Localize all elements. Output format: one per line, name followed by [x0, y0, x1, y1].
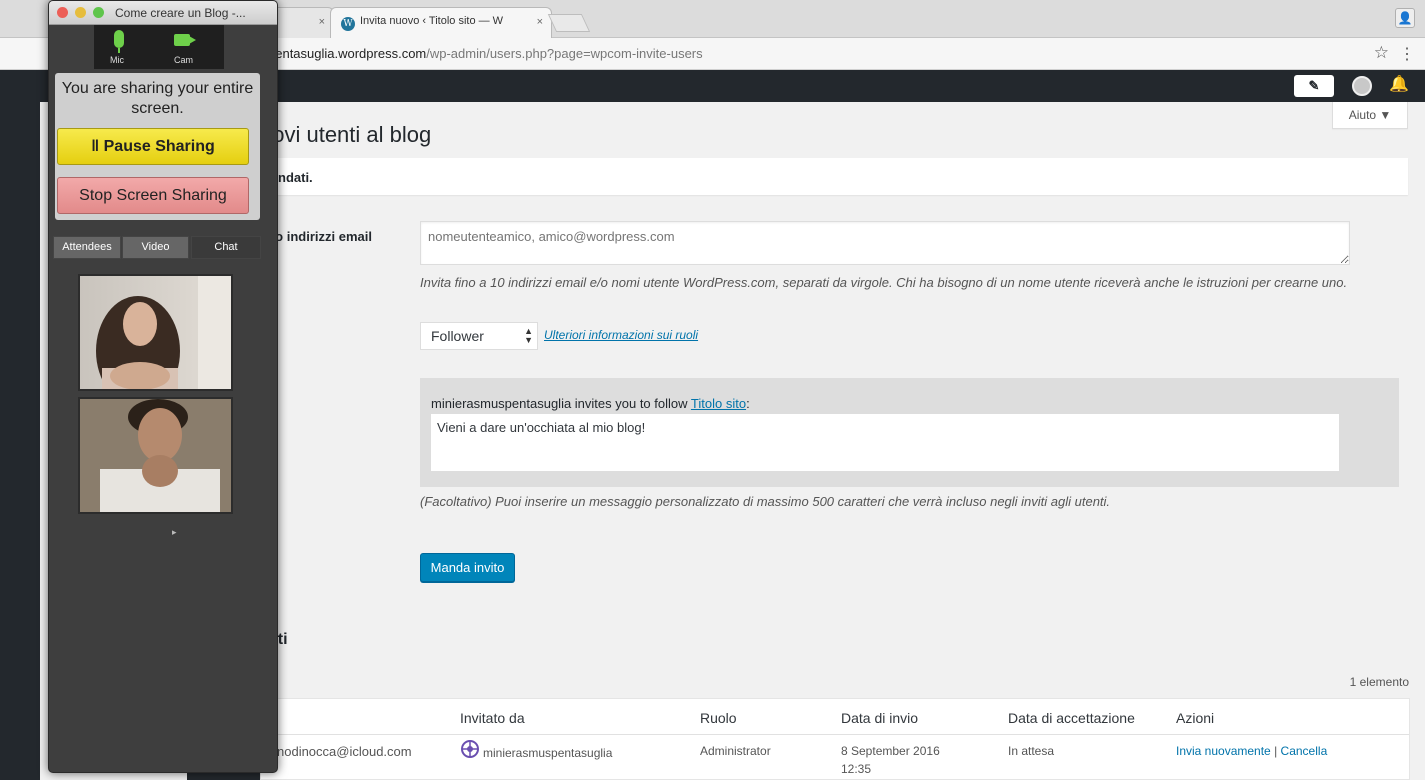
inviter-name: minierasmuspentasuglia	[483, 746, 613, 760]
row-accepted: In attesa	[1008, 744, 1055, 758]
tab-video[interactable]: Video	[122, 236, 189, 259]
attendee-video-2-image	[80, 399, 231, 512]
cam-label: Cam	[174, 55, 194, 65]
stop-sharing-button[interactable]: Stop Screen Sharing	[57, 177, 249, 214]
invite-preview-line: minierasmuspentasuglia invites you to fo…	[431, 396, 750, 411]
minimize-window-icon[interactable]	[75, 7, 86, 18]
custom-message-textarea[interactable]: Vieni a dare un'occhiata al mio blog!	[430, 413, 1340, 472]
close-window-icon[interactable]	[57, 7, 68, 18]
row-role: Administrator	[700, 744, 771, 758]
row-sent-date: 8 September 2016 12:35	[841, 742, 940, 778]
tab-close-icon[interactable]: ×	[319, 16, 325, 28]
wp-admin-sidebar	[0, 70, 40, 780]
sharing-status-box: You are sharing your entire screen. ǁ Pa…	[55, 73, 260, 220]
mic-label: Mic	[110, 55, 124, 65]
notifications-icon[interactable]: 🔔	[1389, 74, 1409, 94]
attendee-video-2	[78, 397, 233, 514]
bookmark-star-icon[interactable]: ☆	[1374, 43, 1389, 63]
gravatar-icon	[461, 740, 479, 758]
invite-preview-prefix: minierasmuspentasuglia invites you to fo…	[431, 396, 691, 411]
wordpress-favicon-icon: W	[341, 17, 355, 31]
help-tab-button[interactable]: Aiuto ▼	[1332, 102, 1408, 129]
profile-icon[interactable]: 👤	[1395, 8, 1415, 28]
invite-users-input[interactable]	[420, 221, 1350, 265]
url-host: pentasuglia.wordpress.com	[268, 46, 427, 61]
row-email: nodinocca@icloud.com	[277, 744, 412, 759]
share-window-title: Come creare un Blog -...	[115, 6, 246, 20]
table-header: Invitato da Ruolo Data di invio Data di …	[261, 699, 1409, 735]
resend-link[interactable]: Invia nuovamente	[1176, 744, 1271, 758]
screen-share-panel: Come creare un Blog -... Mic Cam You are…	[48, 0, 278, 773]
tab-attendees[interactable]: Attendees	[53, 236, 121, 259]
sent-date-time: 12:35	[841, 762, 872, 776]
col-invited-by[interactable]: Invitato da	[460, 710, 525, 726]
pause-sharing-button[interactable]: ǁ Pause Sharing	[57, 128, 249, 165]
success-notice: ndati.	[260, 158, 1408, 195]
users-help-text: Invita fino a 10 indirizzi email e/o nom…	[420, 275, 1348, 290]
select-arrows-icon: ▲ ▼	[524, 326, 533, 345]
new-tab-button[interactable]	[547, 14, 591, 32]
col-accepted-date[interactable]: Data di accettazione	[1008, 710, 1135, 726]
browser-menu-icon[interactable]: ⋮	[1399, 44, 1415, 64]
actions-separator: |	[1274, 744, 1278, 758]
share-window-titlebar[interactable]: Come creare un Blog -...	[49, 1, 277, 25]
tab-close-icon[interactable]: ×	[537, 16, 543, 28]
row-invited-by: minierasmuspentasuglia	[460, 739, 612, 760]
share-panel-tabs: Attendees Video Chat	[53, 236, 261, 259]
roles-info-link[interactable]: Ulteriori informazioni sui ruoli	[544, 328, 698, 342]
user-avatar[interactable]	[1352, 76, 1372, 96]
send-invite-button[interactable]: Manda invito	[420, 553, 515, 582]
url-path: /wp-admin/users.php?page=wpcom-invite-us…	[426, 46, 703, 61]
row-actions: Invia nuovamente | Cancella	[1176, 744, 1327, 758]
write-post-icon[interactable]: ✎	[1294, 75, 1334, 97]
zoom-window-icon[interactable]	[93, 7, 104, 18]
tab-title: Invita nuovo ‹ Titolo sito — W	[360, 15, 504, 27]
url-field[interactable]: pentasuglia.wordpress.com/wp-admin/users…	[268, 46, 703, 61]
site-title-link[interactable]: Titolo sito	[691, 396, 746, 411]
media-controls: Mic Cam	[94, 25, 224, 69]
invites-table: Invitato da Ruolo Data di invio Data di …	[260, 698, 1410, 780]
attendee-video-1	[78, 274, 233, 391]
notice-text: ndati.	[278, 170, 313, 185]
page-title: uovi utenti al blog	[260, 122, 432, 147]
screen: × W Invita nuovo ‹ Titolo sito — W × 👤 pe…	[0, 0, 1425, 780]
message-box: minierasmuspentasuglia invites you to fo…	[420, 378, 1399, 487]
col-actions: Azioni	[1176, 710, 1215, 726]
cam-icon[interactable]	[174, 34, 196, 46]
role-selected-value: Follower	[431, 328, 484, 344]
sharing-status-text: You are sharing your entire screen.	[61, 80, 254, 117]
invite-preview-suffix: :	[746, 396, 750, 411]
items-count: 1 elemento	[1349, 675, 1409, 689]
attendee-video-1-image	[96, 276, 231, 389]
cancel-link[interactable]: Cancella	[1281, 744, 1328, 758]
optional-message-help: (Facoltativo) Puoi inserire un messaggio…	[420, 494, 1111, 509]
sent-date-day: 8 September 2016	[841, 744, 940, 758]
col-sent-date[interactable]: Data di invio	[841, 710, 918, 726]
mouse-cursor-icon: ▸	[172, 527, 177, 537]
col-role[interactable]: Ruolo	[700, 710, 737, 726]
tab-chat[interactable]: Chat	[191, 236, 261, 259]
role-select[interactable]: Follower ▲ ▼	[420, 322, 538, 350]
browser-tab-active[interactable]: W Invita nuovo ‹ Titolo sito — W ×	[330, 7, 552, 38]
mic-icon[interactable]	[114, 30, 124, 53]
